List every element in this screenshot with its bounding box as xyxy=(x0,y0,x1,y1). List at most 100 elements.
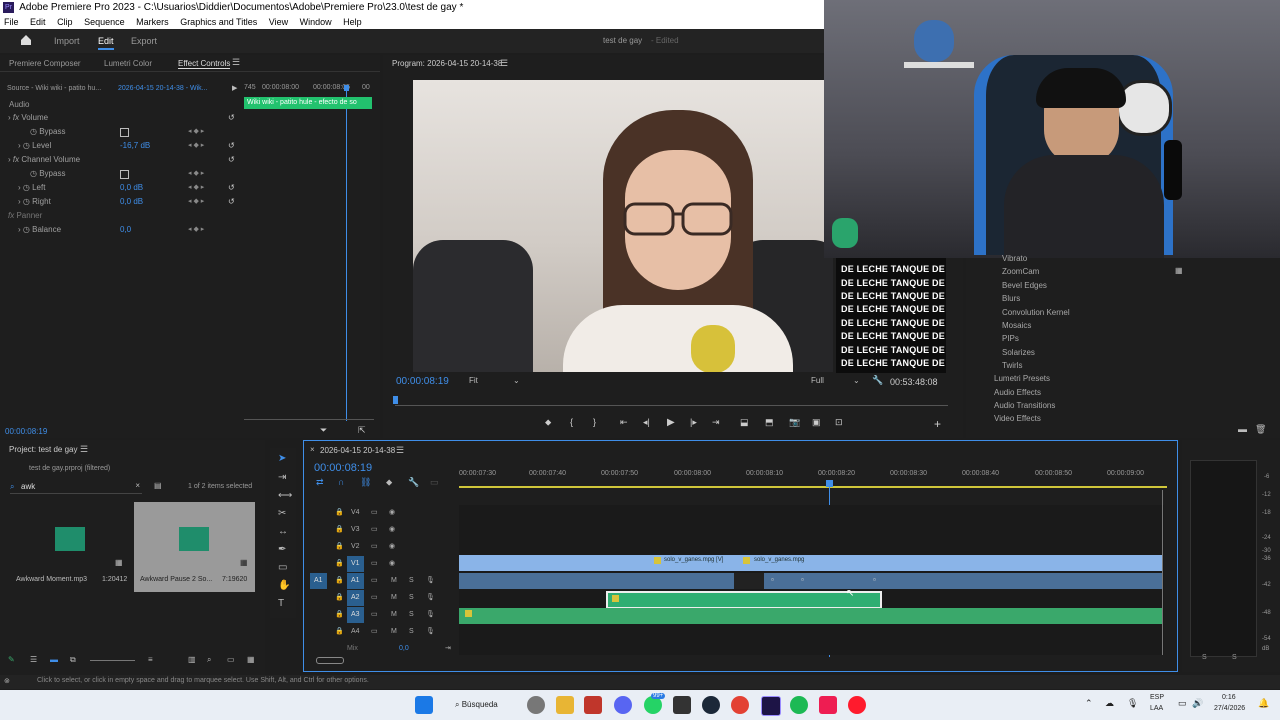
sync-icon[interactable]: ▭ xyxy=(371,607,378,623)
solo-button[interactable]: S xyxy=(409,624,414,640)
lock-icon[interactable]: 🔒 xyxy=(335,573,344,589)
track-a1[interactable]: A1 🔒 A1 ▭ M S 🎙 xyxy=(305,573,457,589)
compare-icon[interactable]: ▣ xyxy=(812,417,821,428)
effect-mosaics[interactable]: Mosaics xyxy=(1002,321,1031,330)
keyframe[interactable]: ▫ xyxy=(801,575,804,584)
go-to-out-icon[interactable]: ⇥ xyxy=(712,417,720,428)
solo-right-button[interactable]: S xyxy=(1232,654,1237,661)
settings-icon[interactable]: 🔧 xyxy=(408,477,419,488)
bypass-checkbox[interactable] xyxy=(120,170,129,179)
stopwatch-icon[interactable]: ◷ xyxy=(23,183,30,192)
tab-effect-controls[interactable]: Effect Controls xyxy=(178,59,231,69)
mark-out-icon[interactable]: } xyxy=(593,417,596,427)
file-explorer-icon[interactable] xyxy=(556,696,574,714)
find-icon[interactable]: ⌕ xyxy=(207,655,211,665)
windows-start-icon[interactable] xyxy=(415,696,433,714)
icon-view-icon[interactable]: ▬ xyxy=(50,655,58,664)
mic-tray-icon[interactable]: 🎙 xyxy=(1127,698,1138,709)
mic-icon[interactable]: 🎙 xyxy=(426,607,435,623)
track-v2[interactable]: 🔒 V2 ▭ ◉ xyxy=(305,539,457,555)
track-v4[interactable]: 🔒 V4 ▭ ◉ xyxy=(305,505,457,521)
work-area-bar[interactable] xyxy=(459,486,1167,488)
mute-button[interactable]: M xyxy=(391,590,397,606)
zoom-slider[interactable] xyxy=(90,660,135,661)
program-playhead[interactable] xyxy=(393,396,398,404)
track-a4[interactable]: 🔒 A4 ▭ M S 🎙 xyxy=(305,624,457,640)
camera-icon[interactable]: 📷 xyxy=(789,417,800,428)
project-item-2[interactable]: ▦ Awkward Pause 2 So... 7:19620 xyxy=(134,502,255,592)
folder-lumetri-presets[interactable]: Lumetri Presets xyxy=(994,374,1050,383)
snap-icon[interactable]: ∩ xyxy=(338,477,344,487)
tray-lang[interactable]: ESP xyxy=(1150,694,1164,701)
track-v3[interactable]: 🔒 V3 ▭ ◉ xyxy=(305,522,457,538)
effect-twirls[interactable]: Twirls xyxy=(1002,361,1022,370)
project-search[interactable]: ⌕ awk × xyxy=(10,481,142,494)
export-icon[interactable]: ⇱ xyxy=(358,425,366,436)
audio-clip-a2[interactable] xyxy=(606,591,882,609)
sync-icon[interactable]: ▭ xyxy=(371,522,378,538)
source-label[interactable]: Source - Wiki wiki - patito hu... xyxy=(7,85,101,92)
hand-tool-icon[interactable]: ✋ xyxy=(278,580,290,591)
reset-icons[interactable]: ↺ ↺ ↺ ↺ ↺ xyxy=(228,111,240,209)
effect-vibrato[interactable]: Vibrato xyxy=(1002,254,1027,263)
eye-icon[interactable]: ◉ xyxy=(389,522,395,538)
go-to-in-icon[interactable]: ⇤ xyxy=(620,417,628,428)
solo-button[interactable]: S xyxy=(409,607,414,623)
right-value[interactable]: 0,0 dB xyxy=(120,195,143,209)
step-back-icon[interactable]: ◂| xyxy=(643,417,650,428)
tray-time[interactable]: 0:16 xyxy=(1222,694,1236,701)
stopwatch-icon[interactable]: ◷ xyxy=(23,225,30,234)
close-icon[interactable]: × xyxy=(135,481,140,490)
quality-dropdown[interactable]: Full ⌄ xyxy=(811,376,861,385)
lock-icon[interactable]: 🔒 xyxy=(335,556,344,572)
pen-tool-icon[interactable]: ✒ xyxy=(278,544,286,555)
stopwatch-icon[interactable]: ◷ xyxy=(30,169,37,178)
eye-icon[interactable]: ◉ xyxy=(389,539,395,555)
timeline-playhead-head[interactable] xyxy=(826,480,833,487)
track-select-icon[interactable]: ⇥ xyxy=(278,472,286,483)
sequence-menu-icon[interactable]: ☰ xyxy=(396,445,404,456)
lift-icon[interactable]: ⬓ xyxy=(740,417,749,428)
task-view-icon[interactable] xyxy=(527,696,545,714)
spotify-icon[interactable] xyxy=(790,696,808,714)
tab-lumetri-color[interactable]: Lumetri Color xyxy=(104,59,152,68)
menu-graphics[interactable]: Graphics and Titles xyxy=(180,17,257,27)
sync-icon[interactable]: ▭ xyxy=(371,556,378,572)
sync-icon[interactable]: ▭ xyxy=(371,590,378,606)
extract-icon[interactable]: ⬒ xyxy=(765,417,774,428)
mic-icon[interactable]: 🎙 xyxy=(426,590,435,606)
vertical-zoom[interactable] xyxy=(1162,490,1169,655)
filter-icon[interactable]: ⏷ xyxy=(320,425,327,436)
solo-button[interactable]: S xyxy=(409,573,414,589)
sequence-label[interactable]: 2026-04-15 20-14-38 - Wik... xyxy=(118,85,208,92)
keyframe[interactable]: ▫ xyxy=(873,575,876,584)
play-icon[interactable]: ▶ xyxy=(667,417,675,428)
monitor-icon[interactable]: ▭ xyxy=(1178,698,1187,709)
effect-pips[interactable]: PIPs xyxy=(1002,334,1019,343)
mute-button[interactable]: M xyxy=(391,573,397,589)
mute-button[interactable]: M xyxy=(391,607,397,623)
menu-markers[interactable]: Markers xyxy=(136,17,169,27)
row-volume[interactable]: › fx Volume xyxy=(8,111,238,125)
chrome-icon[interactable] xyxy=(731,696,749,714)
menu-window[interactable]: Window xyxy=(300,17,332,27)
clip-in-ec[interactable]: Wiki wiki - patito hule - efecto de so xyxy=(244,97,372,109)
track-a2[interactable]: 🔒 A2 ▭ M S 🎙 xyxy=(305,590,457,606)
opera-icon[interactable] xyxy=(848,696,866,714)
tab-premiere-composer[interactable]: Premiere Composer xyxy=(9,59,81,68)
balance-value[interactable]: 0,0 xyxy=(120,223,131,237)
selection-tool-icon[interactable]: ➤ xyxy=(278,453,286,464)
menu-clip[interactable]: Clip xyxy=(57,17,73,27)
effect-bevel-edges[interactable]: Bevel Edges xyxy=(1002,281,1047,290)
sync-icon[interactable]: ▭ xyxy=(371,539,378,555)
notifications-icon[interactable]: 🔔 xyxy=(1258,698,1269,709)
folder-video-effects[interactable]: Video Effects xyxy=(994,414,1041,423)
project-item-1[interactable]: ▦ Awkward Moment.mp3 1:20412 xyxy=(10,502,130,592)
expand-icon[interactable]: › xyxy=(8,113,11,122)
automate-icon[interactable]: ▥ xyxy=(188,655,196,664)
lock-icon[interactable]: 🔒 xyxy=(335,590,344,606)
epic-games-icon[interactable] xyxy=(673,696,691,714)
network-icon[interactable]: ☁ xyxy=(1105,698,1114,709)
panel-menu-icon[interactable]: ☰ xyxy=(232,57,240,68)
mic-icon[interactable]: 🎙 xyxy=(426,624,435,640)
